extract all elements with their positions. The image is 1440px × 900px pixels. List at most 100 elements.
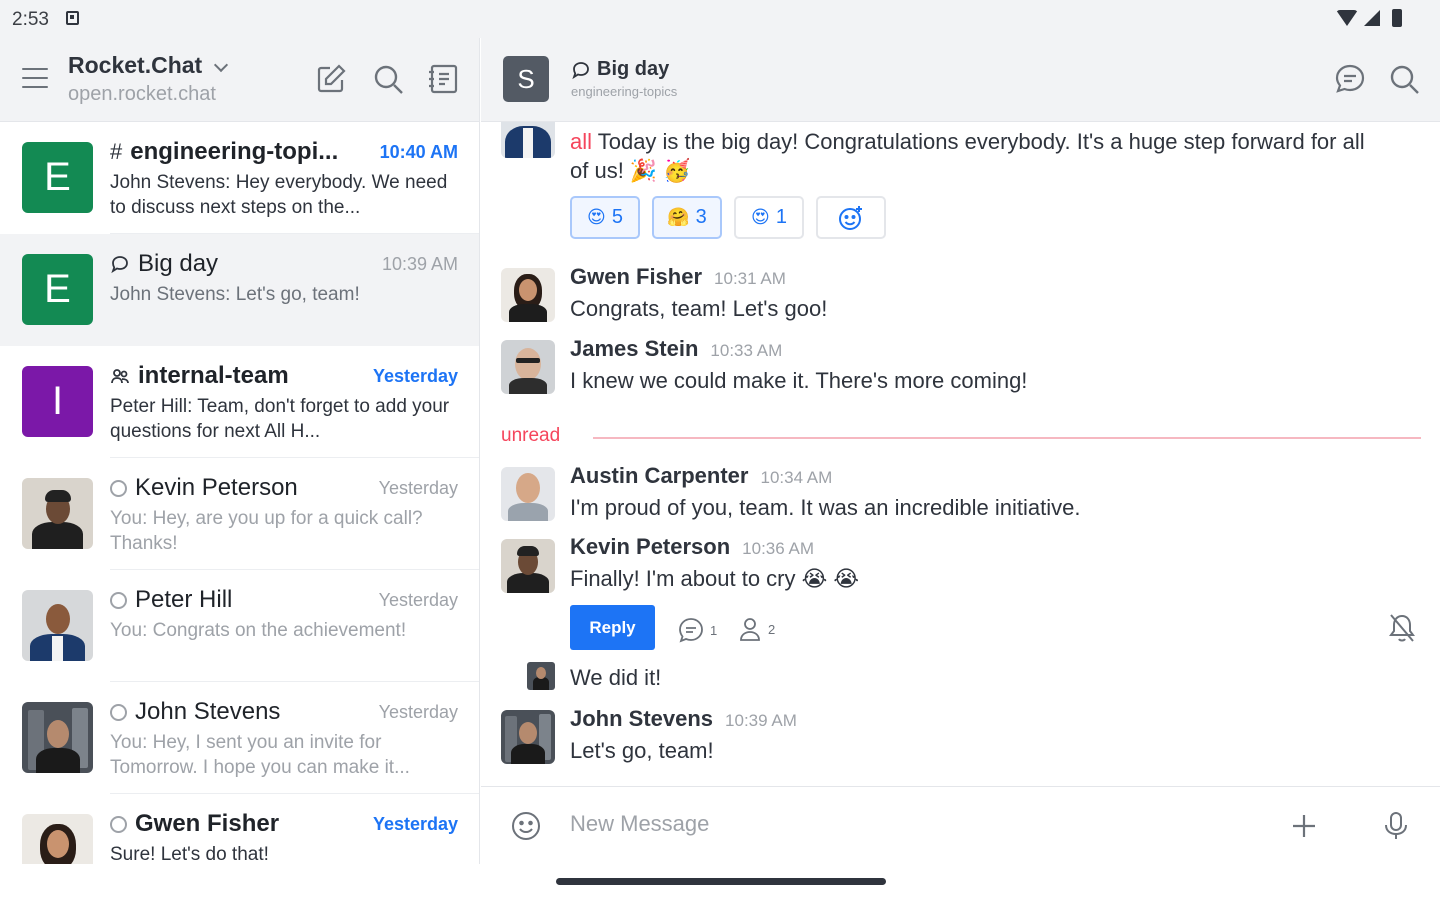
sidebar-header: Rocket.Chat open.rocket.chat	[0, 38, 479, 122]
room-avatar[interactable]: S	[503, 56, 549, 102]
message-author[interactable]: Austin Carpenter 10:34 AM	[570, 463, 832, 489]
unread-divider: unread	[501, 425, 1421, 449]
message-author[interactable]: John Stevens 10:39 AM	[570, 706, 797, 732]
message-time: 10:33 AM	[710, 341, 783, 360]
discussion-icon	[111, 256, 128, 274]
room-title[interactable]: Big day	[571, 58, 669, 81]
message-text: Let's go, team!	[570, 738, 714, 763]
message-text: I knew we could make it. There's more co…	[570, 368, 1028, 393]
avatar	[22, 590, 93, 661]
workspace-host: open.rocket.chat	[68, 83, 216, 105]
avatar	[501, 710, 555, 764]
message-time: 10:31 AM	[714, 269, 786, 288]
channel-hash-icon: #	[110, 139, 123, 164]
room-item-engineering-topics[interactable]: E # engineering-topi... 10:40 AM John St…	[0, 122, 479, 234]
reaction-button[interactable]: 🤗 3	[652, 196, 722, 239]
status-bar: 2:53	[0, 0, 1440, 38]
wifi-icon	[1336, 10, 1358, 26]
add-reaction-button[interactable]	[816, 196, 886, 239]
message-author[interactable]: James Stein 10:33 AM	[570, 336, 782, 362]
room-name: Gwen Fisher	[135, 810, 280, 837]
avatar: E	[22, 254, 93, 325]
microphone-icon[interactable]	[1379, 809, 1413, 843]
room-list-pane: Rocket.Chat open.rocket.chat E # enginee…	[0, 38, 480, 864]
room-name: John Stevens	[135, 698, 281, 725]
reaction-button[interactable]: 😍 5	[570, 196, 640, 239]
room-item-kevin-peterson[interactable]: Kevin Peterson Yesterday You: Hey, are y…	[0, 458, 479, 570]
message-text: all Today is the big day! Congratulation…	[570, 129, 1365, 183]
room-title: # engineering-topi...	[110, 138, 338, 166]
user-icon	[740, 618, 760, 641]
workspace-name[interactable]: Rocket.Chat	[68, 52, 202, 79]
avatar: I	[22, 366, 93, 437]
reply-button[interactable]: Reply	[570, 605, 655, 650]
emoji-icon[interactable]	[509, 809, 543, 843]
room-title: Peter Hill	[110, 586, 232, 614]
thread-participants-count[interactable]: 2	[736, 615, 775, 643]
room-title: internal-team	[110, 362, 289, 390]
message-time: 10:34 AM	[760, 468, 833, 487]
avatar	[22, 478, 93, 549]
add-reaction-icon	[839, 205, 862, 230]
room-item-internal-team[interactable]: I internal-team Yesterday Peter Hill: Te…	[0, 346, 479, 458]
room-item-gwen-fisher[interactable]: Gwen Fisher Yesterday Sure! Let's do tha…	[0, 794, 479, 864]
message-author[interactable]: Kevin Peterson 10:36 AM	[570, 534, 814, 560]
room-preview: You: Hey, I sent you an invite for Tomor…	[110, 732, 410, 778]
avatar	[501, 539, 555, 593]
room-parent[interactable]: engineering-topics	[571, 84, 677, 99]
avatar	[501, 467, 555, 521]
room-title: Kevin Peterson	[110, 474, 298, 502]
room-time: Yesterday	[372, 814, 458, 834]
system-indicators	[1336, 9, 1402, 27]
avatar	[501, 268, 555, 322]
status-offline-icon	[110, 479, 127, 497]
search-icon[interactable]	[1387, 62, 1421, 96]
room-view: S Big day engineering-topics all Today i…	[481, 38, 1440, 864]
avatar	[501, 122, 555, 158]
room-preview: You: Hey, are you up for a quick call? T…	[110, 508, 423, 554]
compose-icon[interactable]	[314, 62, 348, 96]
room-preview: You: Congrats on the achievement!	[110, 620, 407, 641]
message-list[interactable]: all Today is the big day! Congratulation…	[481, 122, 1440, 786]
room-time: 10:39 AM	[381, 254, 458, 274]
signal-icon	[1364, 10, 1380, 26]
notification-off-icon[interactable]	[1387, 612, 1417, 644]
plus-icon[interactable]	[1289, 811, 1319, 841]
threads-icon[interactable]	[1333, 62, 1367, 96]
room-name: internal-team	[138, 362, 289, 389]
message-author[interactable]: Gwen Fisher 10:31 AM	[570, 264, 786, 290]
room-time: Yesterday	[378, 702, 458, 722]
chevron-down-icon[interactable]	[213, 57, 229, 73]
notification-icon	[66, 11, 79, 25]
mention-all[interactable]: all	[570, 129, 592, 154]
menu-icon[interactable]	[22, 68, 48, 88]
battery-icon	[1392, 9, 1402, 27]
room-time: 10:40 AM	[379, 142, 458, 162]
message-time: 10:39 AM	[725, 711, 797, 730]
avatar: E	[22, 142, 93, 213]
reaction-button[interactable]: 😍 1	[734, 196, 804, 239]
thread-replies-count[interactable]: 1	[676, 615, 717, 645]
search-icon[interactable]	[371, 62, 405, 96]
room-preview: Peter Hill: Team, don't forget to add yo…	[110, 396, 450, 442]
room-item-peter-hill[interactable]: Peter Hill Yesterday You: Congrats on th…	[0, 570, 479, 682]
room-time: Yesterday	[378, 590, 458, 610]
gesture-handle[interactable]	[556, 878, 886, 885]
avatar	[22, 814, 93, 864]
status-offline-icon	[110, 591, 127, 609]
room-title: John Stevens	[110, 698, 280, 726]
room-name: Big day	[138, 250, 219, 277]
room-name: engineering-topi...	[130, 138, 339, 165]
directory-icon[interactable]	[427, 62, 461, 96]
avatar	[22, 702, 93, 773]
room-title: Gwen Fisher	[110, 810, 279, 838]
message-text: I'm proud of you, team. It was an incred…	[570, 495, 1081, 520]
room-header: S Big day engineering-topics	[481, 38, 1440, 122]
room-item-big-day[interactable]: E Big day 10:39 AM John Stevens: Let's g…	[0, 234, 479, 346]
status-offline-icon	[110, 703, 127, 721]
room-time: Yesterday	[378, 478, 458, 498]
message-input[interactable]	[570, 811, 1250, 837]
reactions: 😍 5 🤗 3 😍 1	[570, 196, 886, 239]
room-item-john-stevens[interactable]: John Stevens Yesterday You: Hey, I sent …	[0, 682, 479, 794]
message-time: 10:36 AM	[742, 539, 814, 558]
